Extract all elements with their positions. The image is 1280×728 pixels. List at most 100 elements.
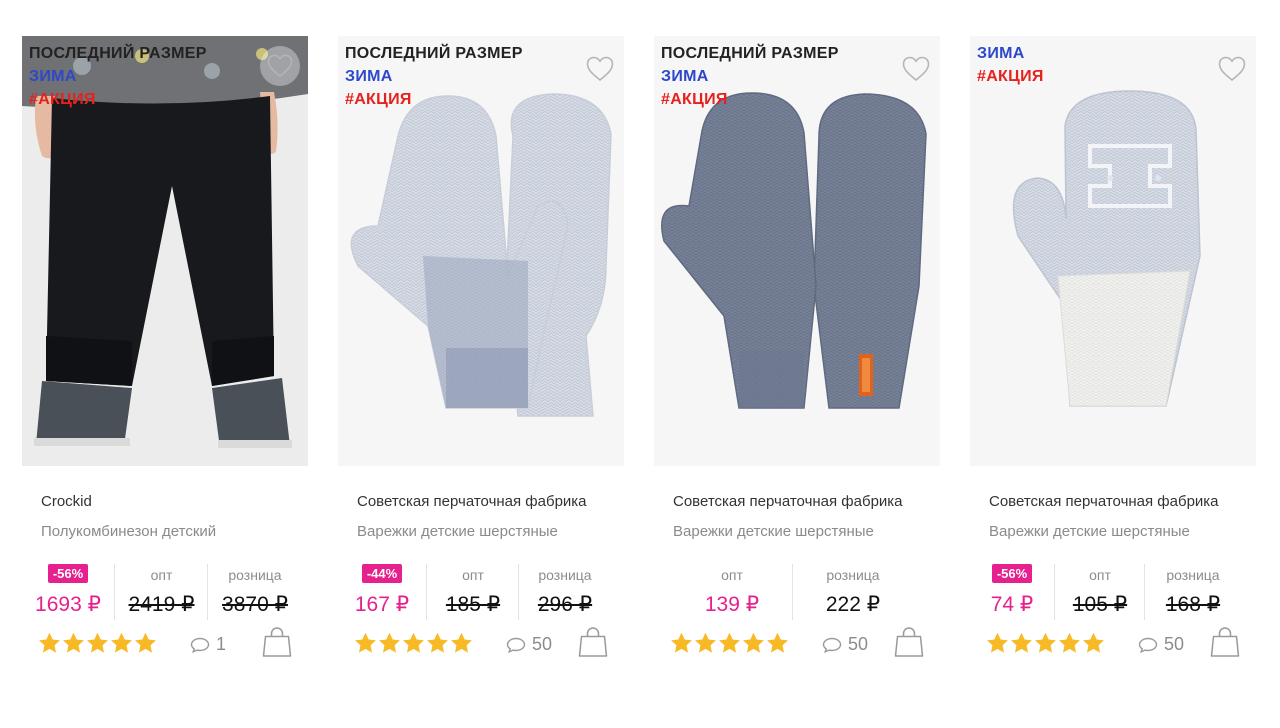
opt-price: 139 ₽ — [704, 593, 760, 616]
star-icon — [378, 632, 401, 654]
product-card[interactable]: ПОСЛЕДНИЙ РАЗМЕР ЗИМА #АКЦИЯ Советская п… — [654, 36, 954, 676]
star-icon — [742, 632, 765, 654]
product-brand[interactable]: Советская перчаточная фабрика — [989, 493, 1219, 510]
heart-icon — [267, 54, 293, 78]
price-opt-column: опт 2419 ₽ — [114, 564, 208, 620]
sale-price: 74 ₽ — [990, 593, 1034, 616]
star-icon — [110, 632, 133, 654]
sale-price: 1693 ₽ — [35, 593, 101, 616]
star-icon — [1082, 632, 1105, 654]
retail-price: 168 ₽ — [1165, 593, 1221, 616]
heart-icon — [1218, 56, 1246, 82]
tag-winter: ЗИМА — [29, 68, 77, 85]
reviews-link[interactable]: 50 — [822, 634, 868, 655]
price-sale-column: -56% 74 ₽ — [970, 564, 1054, 620]
star-icon — [354, 632, 377, 654]
star-icon — [38, 632, 61, 654]
tag-promo: #АКЦИЯ — [661, 91, 728, 108]
product-name[interactable]: Варежки детские шерстяные — [989, 523, 1190, 540]
comment-icon — [822, 637, 842, 653]
price-opt-column: опт 139 ₽ — [672, 564, 792, 620]
product-image[interactable] — [970, 36, 1256, 466]
product-brand[interactable]: Crockid — [41, 493, 92, 510]
comment-icon — [190, 637, 210, 653]
star-icon — [1010, 632, 1033, 654]
price-retail-column: розница 296 ₽ — [518, 564, 611, 620]
product-name[interactable]: Варежки детские шерстяные — [673, 523, 874, 540]
star-icon — [670, 632, 693, 654]
tag-last-size: ПОСЛЕДНИЙ РАЗМЕР — [661, 45, 839, 62]
product-name[interactable]: Полукомбинезон детский — [41, 523, 216, 540]
star-icon — [86, 632, 109, 654]
shopping-bag-icon[interactable] — [262, 626, 292, 658]
tag-winter: ЗИМА — [345, 68, 393, 85]
rating-stars — [354, 632, 473, 654]
reviews-count: 1 — [216, 634, 227, 654]
comment-icon — [1138, 637, 1158, 653]
product-card[interactable]: ПОСЛЕДНИЙ РАЗМЕР ЗИМА #АКЦИЯ Crockid Пол… — [22, 36, 322, 676]
product-tags: ЗИМА #АКЦИЯ — [977, 42, 1044, 88]
favorite-button[interactable] — [260, 46, 300, 86]
retail-label: розница — [1166, 567, 1220, 583]
product-brand[interactable]: Советская перчаточная фабрика — [357, 493, 587, 510]
opt-label: опт — [462, 567, 484, 583]
product-tags: ПОСЛЕДНИЙ РАЗМЕР ЗИМА #АКЦИЯ — [29, 42, 207, 111]
discount-badge: -56% — [47, 564, 89, 583]
price-retail-column: розница 222 ₽ — [792, 564, 913, 620]
discount-badge: -44% — [361, 564, 403, 583]
rating-stars — [670, 632, 789, 654]
comment-icon — [506, 637, 526, 653]
reviews-count: 50 — [532, 634, 553, 654]
reviews-link[interactable]: 50 — [1138, 634, 1184, 655]
shopping-bag-icon[interactable] — [578, 626, 608, 658]
card-footer: 50 — [970, 626, 1256, 666]
shopping-bag-icon[interactable] — [1210, 626, 1240, 658]
tag-promo: #АКЦИЯ — [29, 91, 96, 108]
product-brand[interactable]: Советская перчаточная фабрика — [673, 493, 903, 510]
reviews-link[interactable]: 50 — [506, 634, 552, 655]
product-card[interactable]: ЗИМА #АКЦИЯ Советская перчаточная фабрик… — [970, 36, 1270, 676]
price-retail-column: розница 168 ₽ — [1144, 564, 1241, 620]
price-block: -56% 74 ₽ опт 105 ₽ розница 168 ₽ — [970, 564, 1256, 620]
tag-last-size: ПОСЛЕДНИЙ РАЗМЕР — [345, 45, 523, 62]
favorite-button[interactable] — [902, 56, 930, 82]
opt-label: опт — [721, 567, 743, 583]
star-icon — [986, 632, 1009, 654]
star-icon — [450, 632, 473, 654]
price-retail-column: розница 3870 ₽ — [207, 564, 302, 620]
favorite-button[interactable] — [586, 56, 614, 82]
opt-price: 185 ₽ — [445, 593, 501, 616]
reviews-link[interactable]: 1 — [190, 634, 226, 655]
sale-price: 167 ₽ — [354, 593, 410, 616]
retail-price: 296 ₽ — [537, 593, 593, 616]
star-icon — [694, 632, 717, 654]
price-opt-column: опт 185 ₽ — [426, 564, 519, 620]
star-icon — [766, 632, 789, 654]
rating-stars — [38, 632, 157, 654]
retail-label: розница — [538, 567, 592, 583]
star-icon — [1058, 632, 1081, 654]
star-icon — [134, 632, 157, 654]
card-footer: 50 — [338, 626, 624, 666]
tag-promo: #АКЦИЯ — [345, 91, 412, 108]
product-card[interactable]: ПОСЛЕДНИЙ РАЗМЕР ЗИМА #АКЦИЯ Советская п… — [338, 36, 638, 676]
price-opt-column: опт 105 ₽ — [1054, 564, 1145, 620]
opt-price: 2419 ₽ — [128, 593, 195, 616]
product-name[interactable]: Варежки детские шерстяные — [357, 523, 558, 540]
star-icon — [62, 632, 85, 654]
tag-winter: ЗИМА — [977, 45, 1025, 62]
shopping-bag-icon[interactable] — [894, 626, 924, 658]
star-icon — [402, 632, 425, 654]
retail-price: 222 ₽ — [825, 593, 881, 616]
product-grid: ПОСЛЕДНИЙ РАЗМЕР ЗИМА #АКЦИЯ Crockid Пол… — [0, 0, 1280, 728]
star-icon — [1034, 632, 1057, 654]
tag-promo: #АКЦИЯ — [977, 68, 1044, 85]
star-icon — [718, 632, 741, 654]
heart-icon — [902, 56, 930, 82]
tag-last-size: ПОСЛЕДНИЙ РАЗМЕР — [29, 45, 207, 62]
product-tags: ПОСЛЕДНИЙ РАЗМЕР ЗИМА #АКЦИЯ — [345, 42, 523, 111]
rating-stars — [986, 632, 1105, 654]
favorite-button[interactable] — [1218, 56, 1246, 82]
reviews-count: 50 — [1164, 634, 1185, 654]
card-footer: 50 — [654, 626, 940, 666]
